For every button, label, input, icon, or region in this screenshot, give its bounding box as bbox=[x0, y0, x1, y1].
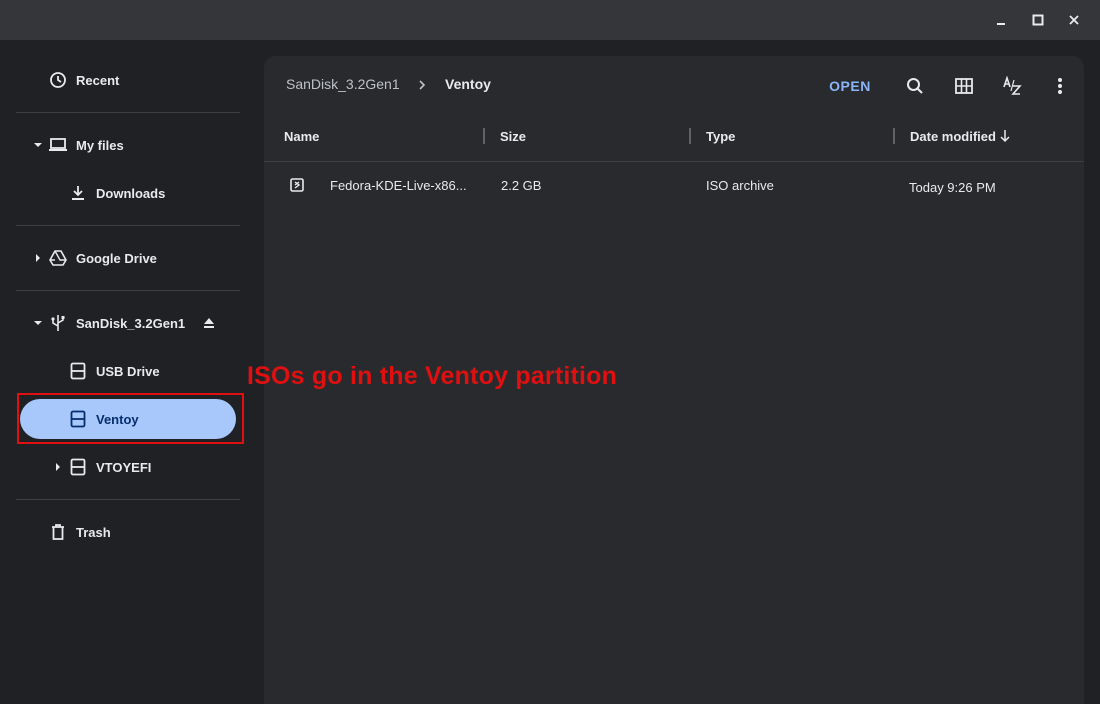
sidebar-item-vtoyefi[interactable]: VTOYEFI bbox=[0, 447, 260, 487]
sidebar-item-label: SanDisk_3.2Gen1 bbox=[76, 315, 186, 331]
sidebar: Recent My files Downloads Google Drive S… bbox=[0, 40, 264, 704]
grid-view-button[interactable] bbox=[950, 72, 978, 100]
chevron-down-icon[interactable] bbox=[32, 139, 44, 151]
close-icon bbox=[1069, 15, 1079, 25]
more-options-button[interactable] bbox=[1046, 72, 1074, 100]
chevron-right-icon[interactable] bbox=[32, 252, 44, 264]
column-separator[interactable] bbox=[893, 128, 895, 144]
more-vert-icon bbox=[1058, 78, 1062, 94]
minimize-icon bbox=[997, 23, 1005, 25]
search-icon bbox=[907, 78, 923, 94]
drive-icon bbox=[68, 457, 88, 477]
google-drive-icon bbox=[48, 248, 68, 268]
close-button[interactable] bbox=[1062, 8, 1086, 32]
sidebar-item-label: My files bbox=[76, 137, 124, 153]
archive-icon bbox=[290, 178, 304, 197]
divider bbox=[16, 112, 240, 113]
sidebar-item-sandisk[interactable]: SanDisk_3.2Gen1 bbox=[0, 303, 260, 343]
header-divider bbox=[264, 161, 1084, 162]
column-separator[interactable] bbox=[483, 128, 485, 144]
breadcrumb-current: Ventoy bbox=[445, 76, 491, 92]
divider bbox=[16, 499, 240, 500]
file-name: Fedora-KDE-Live-x86... bbox=[330, 178, 467, 193]
minimize-button[interactable] bbox=[989, 8, 1013, 32]
sidebar-item-google-drive[interactable]: Google Drive bbox=[0, 238, 260, 278]
sort-button[interactable] bbox=[998, 72, 1026, 100]
open-button[interactable]: OPEN bbox=[820, 72, 880, 100]
sidebar-item-my-files[interactable]: My files bbox=[0, 125, 260, 165]
annotation-box bbox=[17, 393, 244, 444]
search-button[interactable] bbox=[901, 72, 929, 100]
column-header-date-modified[interactable]: Date modified bbox=[910, 129, 996, 144]
column-header-name[interactable]: Name bbox=[284, 129, 319, 144]
divider bbox=[16, 225, 240, 226]
annotation-text: ISOs go in the Ventoy partition bbox=[247, 362, 618, 390]
title-bar bbox=[0, 0, 1100, 40]
sidebar-item-label: Trash bbox=[76, 524, 111, 540]
sidebar-item-label: VTOYEFI bbox=[96, 459, 152, 475]
sort-az-icon bbox=[1003, 76, 1022, 95]
chevron-down-icon[interactable] bbox=[32, 317, 44, 329]
column-header-type[interactable]: Type bbox=[706, 129, 735, 144]
sidebar-item-trash[interactable]: Trash bbox=[0, 512, 260, 552]
arrow-down-icon bbox=[999, 129, 1011, 148]
download-icon bbox=[68, 183, 88, 203]
file-size: 2.2 GB bbox=[501, 178, 542, 193]
drive-icon bbox=[68, 361, 88, 381]
clock-icon bbox=[48, 70, 68, 90]
sidebar-item-downloads[interactable]: Downloads bbox=[0, 173, 260, 213]
breadcrumb-root[interactable]: SanDisk_3.2Gen1 bbox=[286, 76, 400, 92]
usb-icon bbox=[48, 313, 68, 333]
sidebar-item-label: Downloads bbox=[96, 185, 166, 201]
file-date-modified: Today 9:26 PM bbox=[909, 180, 996, 195]
sidebar-item-usb-drive[interactable]: USB Drive bbox=[0, 351, 260, 391]
trash-icon bbox=[48, 522, 68, 542]
divider bbox=[16, 290, 240, 291]
column-header-size[interactable]: Size bbox=[500, 129, 526, 144]
chevron-right-icon bbox=[414, 76, 430, 94]
eject-icon[interactable] bbox=[199, 313, 219, 333]
sidebar-item-label: Google Drive bbox=[76, 250, 157, 266]
maximize-icon bbox=[1032, 14, 1044, 26]
sidebar-item-label: Recent bbox=[76, 72, 120, 88]
maximize-button[interactable] bbox=[1026, 8, 1050, 32]
table-row[interactable]: Fedora-KDE-Live-x86... 2.2 GB ISO archiv… bbox=[264, 164, 1084, 208]
file-type: ISO archive bbox=[706, 178, 774, 193]
chevron-right-icon[interactable] bbox=[52, 461, 64, 473]
laptop-icon bbox=[48, 135, 68, 155]
column-separator[interactable] bbox=[689, 128, 691, 144]
sidebar-item-label: USB Drive bbox=[96, 363, 160, 379]
sidebar-item-recent[interactable]: Recent bbox=[0, 60, 260, 100]
grid-view-icon bbox=[955, 78, 973, 94]
